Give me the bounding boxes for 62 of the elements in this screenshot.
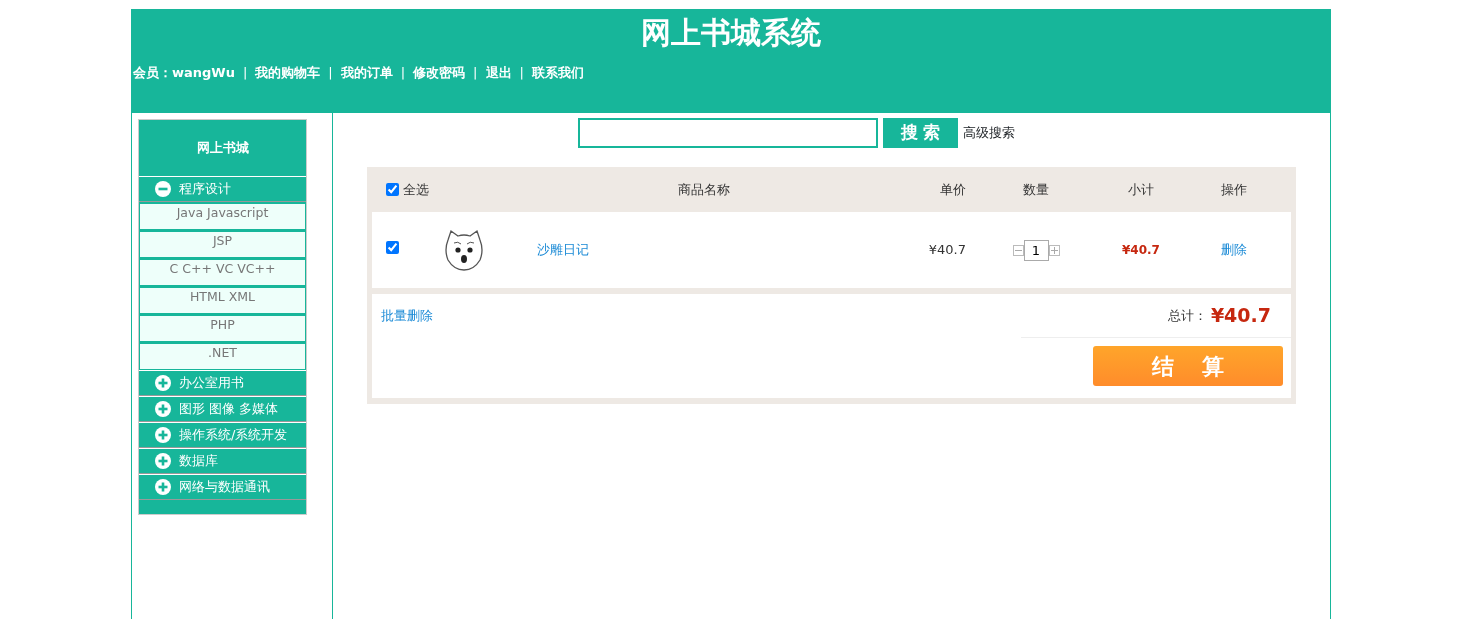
select-all-label: 全选: [403, 180, 429, 199]
category-label: 操作系统/系统开发: [179, 426, 288, 445]
minus-icon: [1014, 247, 1022, 254]
total-label: 总计：: [1167, 306, 1207, 325]
category-item[interactable]: 数据库: [139, 448, 306, 474]
category-label: 图形 图像 多媒体: [179, 400, 279, 419]
advanced-search-link[interactable]: 高级搜索: [963, 123, 1015, 143]
separator: |: [400, 64, 406, 82]
subcategory-link[interactable]: C C++ VC VC++: [139, 259, 306, 286]
subtotal: ¥40.7: [1122, 243, 1160, 258]
category-label: 网络与数据通讯: [179, 478, 270, 497]
separator: |: [519, 64, 524, 82]
category-label: 办公室用书: [179, 374, 244, 393]
expand-icon: [155, 427, 171, 443]
cat-face-drawing: [442, 228, 486, 272]
expand-icon: [155, 479, 171, 495]
delete-link[interactable]: 删除: [1220, 242, 1247, 258]
subcategory-link[interactable]: PHP: [139, 315, 306, 342]
category-item[interactable]: 操作系统/系统开发: [139, 422, 306, 448]
category-label: 程序设计: [179, 180, 231, 199]
category-label: 数据库: [179, 452, 218, 471]
column-header: 小计: [1128, 181, 1154, 197]
checkout-button[interactable]: 结 算: [1093, 346, 1283, 386]
nav-link[interactable]: 我的购物车: [255, 63, 321, 83]
subcategory-link[interactable]: JSP: [139, 231, 306, 258]
member-name: 会员：wangWu: [133, 64, 235, 82]
expand-icon: [155, 453, 171, 469]
separator: |: [473, 64, 478, 82]
nav-link[interactable]: 联系我们: [531, 63, 584, 83]
category-item[interactable]: 图形 图像 多媒体: [139, 396, 306, 422]
nav-link[interactable]: 修改密码: [413, 63, 466, 83]
expand-icon: [155, 375, 171, 391]
panel-title: 网上书城: [195, 139, 250, 158]
collapse-icon: [155, 181, 171, 197]
book-title-link[interactable]: 沙雕日记: [537, 242, 589, 258]
subcategory-link[interactable]: HTML XML: [139, 287, 306, 314]
increase-button[interactable]: [1048, 244, 1060, 256]
decrease-button[interactable]: [1012, 244, 1024, 256]
category-item[interactable]: 办公室用书: [139, 370, 306, 396]
separator: |: [328, 64, 333, 82]
column-header: 操作: [1220, 181, 1247, 197]
unit-price: ¥40.7: [928, 242, 966, 258]
nav-link[interactable]: 我的订单: [340, 63, 393, 83]
select-all-checkbox[interactable]: [386, 183, 399, 196]
category-item[interactable]: 网络与数据通讯: [139, 474, 306, 500]
expand-icon: [155, 401, 171, 417]
separator: |: [242, 64, 248, 82]
row-checkbox[interactable]: [386, 241, 399, 255]
batch-delete-link[interactable]: 批量删除: [381, 308, 433, 323]
column-header: 单价: [940, 181, 966, 197]
plus-icon: [1050, 247, 1058, 254]
column-header: 商品名称: [678, 181, 730, 197]
category-item[interactable]: 程序设计: [139, 176, 306, 202]
subcategory-link[interactable]: .NET: [139, 343, 306, 370]
nav-link[interactable]: 退出: [485, 63, 512, 83]
total-price: ¥40.7: [1210, 303, 1271, 329]
search-button[interactable]: 搜 索: [883, 118, 958, 148]
subcategory-link[interactable]: Java Javascript: [139, 203, 306, 230]
search-field[interactable]: [578, 118, 878, 148]
quantity-field[interactable]: 1: [1023, 239, 1049, 261]
column-header: 数量: [1023, 180, 1049, 199]
site-title: 网上书城系统: [640, 15, 822, 51]
